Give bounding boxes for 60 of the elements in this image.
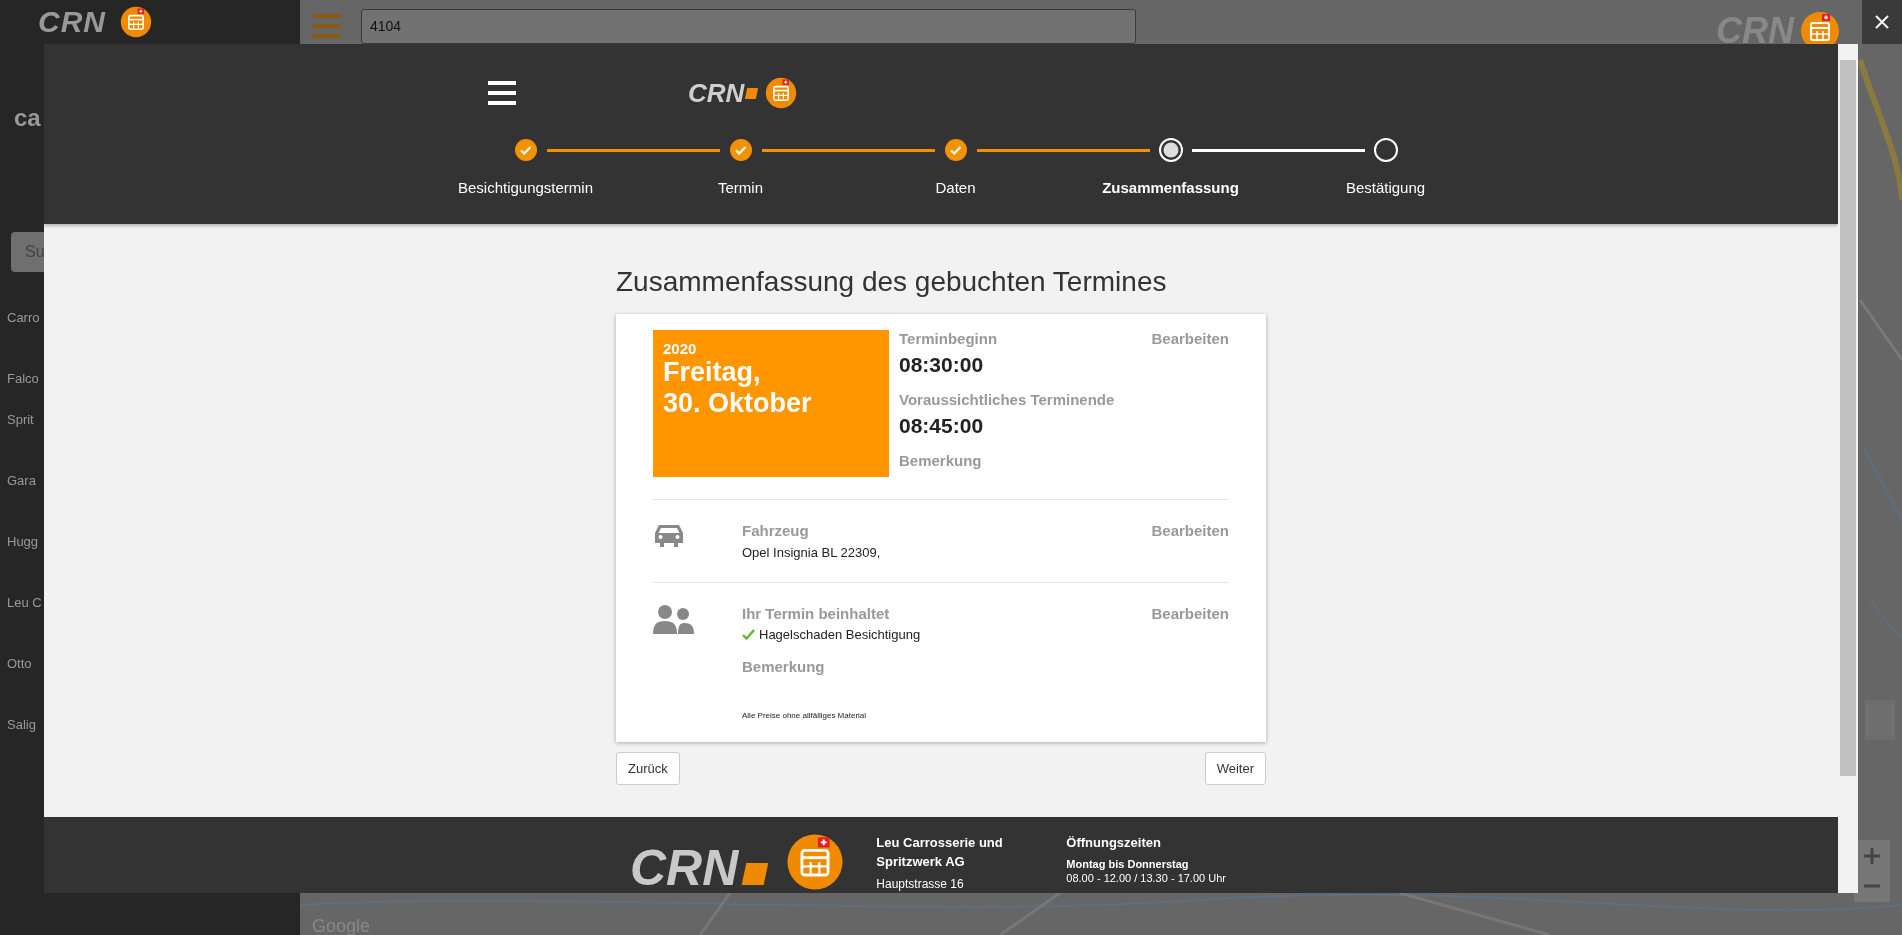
company-name: Leu Carrosserie und bbox=[876, 834, 1004, 852]
sidebar-item[interactable]: Salig bbox=[7, 713, 42, 737]
close-button[interactable] bbox=[1862, 0, 1902, 44]
vehicle-text: Opel Insignia BL 22309, bbox=[742, 545, 882, 560]
footer-logo: CRN bbox=[630, 843, 739, 893]
calendar-icon bbox=[765, 77, 798, 109]
scrollbar[interactable] bbox=[1838, 44, 1858, 893]
back-button[interactable]: Zurück bbox=[616, 752, 680, 785]
logo-square-icon bbox=[742, 863, 769, 885]
company-name: Spritzwerk AG bbox=[876, 853, 966, 871]
hours-title: Öffnungszeiten bbox=[1066, 834, 1162, 852]
sidebar-item[interactable]: Otto bbox=[7, 652, 42, 676]
sidebar-item[interactable]: Leu C bbox=[7, 591, 42, 615]
page-title: Zusammenfassung des gebuchten Termines bbox=[616, 266, 1168, 298]
people-icon bbox=[653, 605, 694, 634]
date-year: 2020 bbox=[663, 340, 698, 357]
address: Hauptstrasse 16 bbox=[876, 876, 965, 893]
step-check-icon bbox=[943, 138, 968, 162]
field-label: Terminbeginn bbox=[899, 330, 998, 347]
edit-link[interactable]: Bearbeiten bbox=[1151, 605, 1229, 622]
service-item: Hagelschaden Besichtigung bbox=[759, 627, 921, 642]
date-weekday: Freitag, bbox=[663, 357, 762, 388]
step-label[interactable]: Termin bbox=[718, 179, 763, 196]
price-note: Alle Preise ohne allfälliges Material bbox=[742, 711, 868, 720]
edit-link[interactable]: Bearbeiten bbox=[1151, 522, 1229, 539]
step-current-icon bbox=[1158, 138, 1183, 162]
calendar-icon bbox=[786, 833, 845, 891]
background-logo: CRN bbox=[38, 5, 106, 39]
date-day: 30. Oktober bbox=[663, 388, 879, 419]
start-time: 08:30:00 bbox=[899, 353, 985, 377]
logo: CRN bbox=[688, 77, 745, 109]
sidebar-item[interactable]: Gara bbox=[7, 469, 42, 493]
menu-icon[interactable] bbox=[488, 81, 516, 105]
days-text: Montag bis Donnerstag bbox=[1066, 858, 1190, 870]
sidebar-item[interactable]: Hugg bbox=[7, 530, 42, 554]
close-icon[interactable] bbox=[1874, 14, 1890, 30]
step-label[interactable]: Daten bbox=[935, 179, 976, 196]
search-field[interactable]: 4104 bbox=[361, 8, 1136, 44]
sidebar-item[interactable]: Sprit bbox=[7, 408, 42, 432]
step-check-icon bbox=[513, 138, 538, 162]
step-label[interactable]: Besichtigungstermin bbox=[457, 179, 594, 196]
sidebar-item[interactable]: Falco bbox=[7, 367, 42, 391]
end-time: 08:45:00 bbox=[899, 414, 985, 438]
next-button[interactable]: Weiter bbox=[1204, 752, 1266, 785]
logo-square-icon bbox=[745, 87, 759, 99]
field-label: Bemerkung bbox=[742, 658, 826, 675]
step-label[interactable]: Bestätigung bbox=[1345, 179, 1426, 196]
sidebar-item[interactable]: Carro bbox=[7, 306, 42, 330]
section-label: Fahrzeug bbox=[742, 522, 809, 539]
step-label[interactable]: Zusammenfassung bbox=[1102, 179, 1239, 196]
calendar-icon bbox=[120, 6, 152, 38]
field-label: Bemerkung bbox=[899, 452, 983, 469]
background-title: ca bbox=[14, 104, 41, 132]
edit-link[interactable]: Bearbeiten bbox=[1151, 330, 1229, 347]
step-circle-icon bbox=[1373, 138, 1398, 162]
step-check-icon bbox=[728, 138, 753, 162]
car-icon bbox=[653, 522, 685, 547]
field-label: Voraussichtliches Terminende bbox=[899, 391, 1116, 408]
hours-text: 08.00 - 12.00 / 13.30 - 17.00 Uhr bbox=[1066, 872, 1227, 884]
section-label: Ihr Termin beinhaltet bbox=[742, 605, 890, 622]
